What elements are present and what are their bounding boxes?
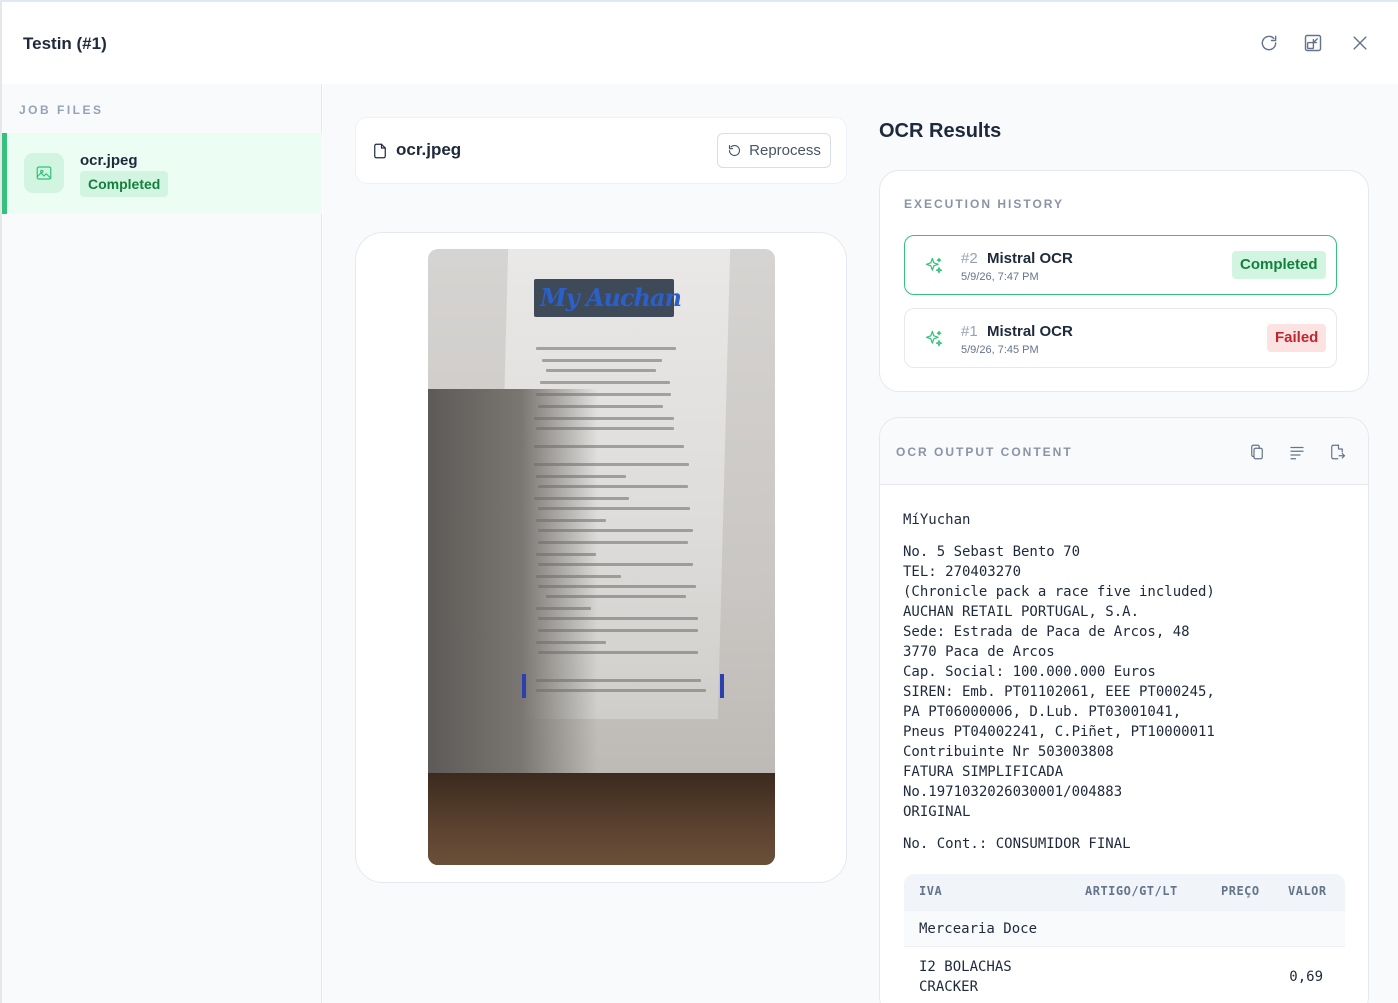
ocr-output-gap [903, 822, 1215, 834]
ocr-output-line: SIREN: Emb. PT01102061, EEE PT000245, [903, 684, 1215, 700]
reprocess-icon [729, 144, 741, 157]
sparkle-icon [924, 256, 944, 276]
table-row: Mercearia Doce [904, 910, 1345, 946]
table-row: I2 BOLACHAS CRACKER 0,69 [904, 946, 1345, 1003]
execution-history-heading: EXECUTION HISTORY [904, 197, 1065, 211]
job-files-sidebar: JOB FILES ocr.jpeg Completed [2, 84, 322, 1003]
execution-time: 5/9/26, 7:45 PM [961, 344, 1039, 356]
ocr-output-heading: OCR OUTPUT CONTENT [896, 445, 1073, 459]
execution-number: #2 [961, 250, 978, 267]
table-header-valor: VALOR [1288, 884, 1327, 898]
table-header-preco: PREÇO [1221, 884, 1260, 898]
close-button[interactable] [1347, 30, 1373, 56]
main-content: ocr.jpeg Reprocess My Auchan OCR Results… [323, 84, 1398, 1003]
ocr-output-header: OCR OUTPUT CONTENT [880, 418, 1368, 485]
file-name: ocr.jpeg [80, 152, 138, 169]
file-icon [371, 142, 389, 160]
ocr-output-table: IVA ARTIGO/GT/LT PREÇO VALOR Mercearia D… [904, 874, 1345, 1003]
job-file-item[interactable]: ocr.jpeg Completed [2, 133, 322, 214]
align-left-icon [1290, 446, 1304, 460]
table-cell-valor: 0,69 [1289, 969, 1323, 985]
ocr-output-line: TEL: 270403270 [903, 564, 1022, 580]
receipt-photo: My Auchan [428, 249, 775, 865]
ocr-results-title: OCR Results [879, 120, 1002, 142]
table-header: IVA ARTIGO/GT/LT PREÇO VALOR [904, 874, 1345, 910]
ocr-job-window: Testin (#1) JOB FILES ocr.jpeg Completed… [0, 0, 1398, 1003]
table-header-iva: IVA [919, 884, 943, 898]
window-title: Testin (#1) [23, 34, 107, 53]
refresh-icon [1261, 35, 1277, 51]
file-thumbnail [24, 153, 64, 193]
restore-window-button[interactable] [1300, 30, 1326, 56]
execution-item[interactable]: #1 Mistral OCR 5/9/26, 7:45 PM Failed [904, 308, 1337, 368]
ocr-output-line: No.1971032026030001/004883 [903, 784, 1123, 800]
export-file-icon [1331, 444, 1346, 460]
execution-item[interactable]: #2 Mistral OCR 5/9/26, 7:47 PM Completed [904, 235, 1337, 295]
ocr-output-text: MíYuchan No. 5 Sebast Bento 70 TEL: 270403… [903, 510, 1215, 854]
ocr-output-line: AUCHAN RETAIL PORTUGAL, S.A. [903, 604, 1140, 620]
format-text-button[interactable] [1288, 443, 1308, 463]
ocr-output-line: Cap. Social: 100.000.000 Euros [903, 664, 1156, 680]
restore-window-icon [1304, 34, 1322, 52]
reprocess-button[interactable]: Reprocess [717, 133, 831, 168]
table-cell-iva: Mercearia Doce [919, 921, 1038, 937]
close-icon [1353, 36, 1367, 50]
table-header-artigo: ARTIGO/GT/LT [1085, 884, 1178, 898]
ocr-output-line: No. 5 Sebast Bento 70 [903, 544, 1081, 560]
execution-status-badge: Completed [1232, 251, 1326, 279]
refresh-button[interactable] [1256, 30, 1282, 56]
reprocess-label: Reprocess [749, 142, 821, 159]
execution-time: 5/9/26, 7:47 PM [961, 271, 1039, 283]
window-header: Testin (#1) [2, 2, 1398, 84]
job-files-heading: JOB FILES [19, 103, 104, 117]
ocr-output-gap [903, 530, 1215, 542]
sparkle-icon [924, 329, 944, 349]
ocr-output-line: MíYuchan [903, 512, 971, 528]
ocr-output-line: PA PT06000006, D.Lub. PT03001041, [903, 704, 1182, 720]
execution-status-badge: Failed [1267, 324, 1327, 352]
copy-icon [1251, 444, 1263, 460]
ocr-output-line: Contribuinte Nr 503003808 [903, 744, 1114, 760]
table-cell-iva: I2 BOLACHAS CRACKER [919, 959, 1012, 995]
ocr-output-line: ORIGINAL [903, 804, 971, 820]
execution-history-card: EXECUTION HISTORY #2 Mistral OCR 5/9/26,… [879, 170, 1369, 392]
execution-engine: Mistral OCR [987, 323, 1073, 340]
file-viewer-header: ocr.jpeg Reprocess [355, 117, 847, 184]
ocr-output-line: No. Cont.: CONSUMIDOR FINAL [903, 836, 1131, 852]
ocr-output-line: (Chronicle pack a race five included) [903, 584, 1215, 600]
execution-number: #1 [961, 323, 978, 340]
ocr-output-line: Pneus PT04002241, C.Piñet, PT10000011 [903, 724, 1215, 740]
image-preview-card: My Auchan [355, 232, 847, 883]
copy-button[interactable] [1248, 443, 1268, 463]
viewer-file-name: ocr.jpeg [396, 140, 462, 159]
ocr-output-card: OCR OUTPUT CONTENT MíYuchan No. 5 Sebast … [879, 417, 1369, 1003]
ocr-output-line: Sede: Estrada de Paca de Arcos, 48 [903, 624, 1190, 640]
execution-engine: Mistral OCR [987, 250, 1073, 267]
file-status-badge: Completed [80, 171, 169, 197]
image-icon [36, 166, 52, 180]
ocr-output-line: 3770 Paca de Arcos [903, 644, 1055, 660]
ocr-output-line: FATURA SIMPLIFICADA [903, 764, 1064, 780]
export-button[interactable] [1328, 443, 1348, 463]
